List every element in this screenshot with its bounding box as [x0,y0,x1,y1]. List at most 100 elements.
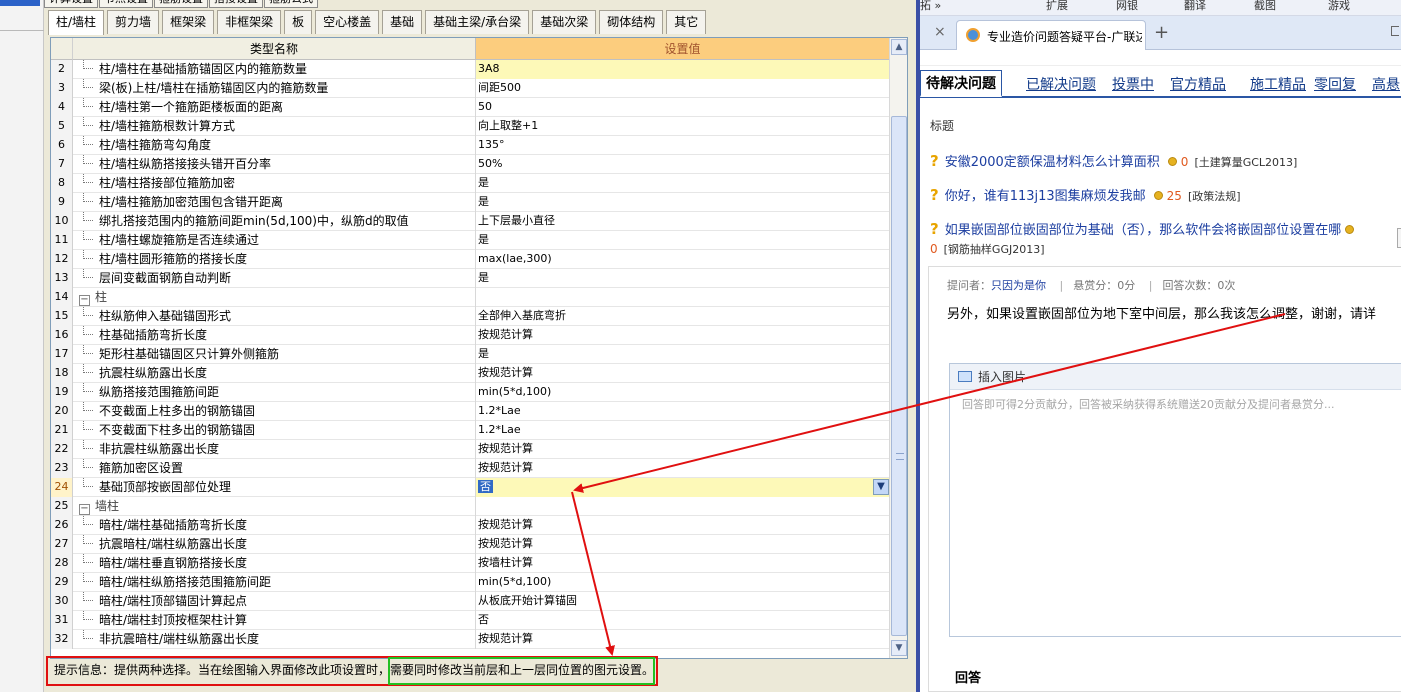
collapse-icon[interactable]: − [79,295,90,306]
scroll-down-button[interactable]: ▼ [891,640,907,656]
category-tab[interactable]: 板 [284,10,313,34]
category-tab[interactable]: 剪力墙 [107,10,160,34]
table-row[interactable]: 7 柱/墙柱纵筋搭接接头错开百分率 50% [51,155,889,174]
category-tab[interactable]: 砌体结构 [599,10,664,34]
setting-value-cell[interactable]: 135° [476,136,889,155]
table-row[interactable]: 6 柱/墙柱箍筋弯勾角度 135° [51,136,889,155]
question-filter-tab[interactable]: 投票中 [1112,74,1154,94]
group-row[interactable]: 14− 柱 [51,288,889,307]
table-row[interactable]: 24 基础顶部按嵌固部位处理否 ▼ [51,478,889,497]
table-row[interactable]: 19 纵筋搭接范围箍筋间距 min(5*d,100) [51,383,889,402]
toolbar-overflow[interactable]: 拓 » [920,0,941,13]
category-tab[interactable]: 框架梁 [162,10,215,34]
table-row[interactable]: 18 抗震柱纵筋露出长度 按规范计算 [51,364,889,383]
table-row[interactable]: 10 绑扎搭接范围内的箍筋间距min(5d,100)中，纵筋d的取值 上下层最小直径 [51,212,889,231]
question-filter-tab[interactable]: 施工精品 [1250,74,1306,94]
toolbar-games[interactable]: 游戏 [1328,0,1350,13]
insert-image-icon[interactable] [958,371,972,382]
setting-value-cell[interactable]: 按墙柱计算 [476,554,889,573]
answer-textarea[interactable]: 回答即可得2分贡献分，回答被采纳获得系统赠送20贡献分及提问者悬赏分... [950,390,1401,418]
setting-value-cell[interactable] [476,497,889,516]
setting-value-cell[interactable]: 50 [476,98,889,117]
category-tab[interactable]: 基础次梁 [532,10,597,34]
tab-close-icon[interactable]: × [934,24,946,40]
question-item[interactable]: ? 安徽2000定额保温材料怎么计算面积 0 [土建算量GCL2013] [930,151,1297,170]
setting-value-cell[interactable]: 否 [476,611,889,630]
setting-value-cell[interactable]: 向上取整+1 [476,117,889,136]
toolbar-bank[interactable]: 网银 [1116,0,1138,13]
question-title[interactable]: 如果嵌固部位嵌固部位为基础（否），那么软件会将嵌固部位设置在哪 [945,223,1342,238]
table-row[interactable]: 23 箍筋加密区设置 按规范计算 [51,459,889,478]
setting-value-cell[interactable]: 按规范计算 [476,326,889,345]
insert-image-button[interactable]: 插入图片 [978,370,1026,384]
table-row[interactable]: 29 暗柱/端柱纵筋搭接范围箍筋间距 min(5*d,100) [51,573,889,592]
table-row[interactable]: 13 层间变截面钢筋自动判断 是 [51,269,889,288]
setting-value-cell[interactable]: 是 [476,231,889,250]
table-row[interactable]: 21 不变截面下柱多出的钢筋锚固 1.2*Lae [51,421,889,440]
question-title[interactable]: 你好，谁有113j13图集麻烦发我邮 [945,189,1146,204]
collapse-icon[interactable]: − [79,504,90,515]
table-row[interactable]: 17 矩形柱基础锚固区只计算外侧箍筋 是 [51,345,889,364]
table-row[interactable]: 20 不变截面上柱多出的钢筋锚固 1.2*Lae [51,402,889,421]
toolbar-screenshot[interactable]: 截图 [1254,0,1276,13]
setting-value-cell[interactable]: 上下层最小直径 [476,212,889,231]
setting-value-cell[interactable]: 间距500 [476,79,889,98]
table-row[interactable]: 5 柱/墙柱箍筋根数计算方式 向上取整+1 [51,117,889,136]
settings-tab[interactable]: 箍筋设置 [154,0,208,8]
table-row[interactable]: 22 非抗震柱纵筋露出长度 按规范计算 [51,440,889,459]
setting-value-cell[interactable]: 是 [476,269,889,288]
table-row[interactable]: 30 暗柱/端柱顶部锚固计算起点 从板底开始计算锚固 [51,592,889,611]
category-tab[interactable]: 柱/墙柱 [48,10,105,35]
table-row[interactable]: 27 抗震暗柱/端柱纵筋露出长度 按规范计算 [51,535,889,554]
table-row[interactable]: 2 柱/墙柱在基础插筋锚固区内的箍筋数量 3A8 [51,60,889,79]
setting-value-cell[interactable]: 按规范计算 [476,516,889,535]
group-row[interactable]: 25− 墙柱 [51,497,889,516]
setting-value-cell[interactable]: 否 ▼ [476,478,889,497]
question-item[interactable]: ? 如果嵌固部位嵌固部位为基础（否），那么软件会将嵌固部位设置在哪 0 [钢筋抽样GG… [930,220,1380,259]
grid-vertical-scrollbar[interactable]: ▲ ▼ [889,38,907,658]
setting-value-cell[interactable]: 50% [476,155,889,174]
setting-value-cell[interactable]: max(lae,300) [476,250,889,269]
question-filter-tab[interactable]: 高悬 [1372,74,1400,94]
table-row[interactable]: 4 柱/墙柱第一个箍筋距楼板面的距离 50 [51,98,889,117]
asker-name[interactable]: 只因为是你 [991,279,1046,292]
table-row[interactable]: 11 柱/墙柱螺旋箍筋是否连续通过 是 [51,231,889,250]
setting-value-cell[interactable]: 按规范计算 [476,459,889,478]
setting-value-cell[interactable]: min(5*d,100) [476,573,889,592]
question-item[interactable]: ? 你好，谁有113j13图集麻烦发我邮 25 [政策法规] [930,185,1241,204]
answer-editor[interactable]: 插入图片 回答即可得2分贡献分，回答被采纳获得系统赠送20贡献分及提问者悬赏分.… [949,363,1401,637]
settings-tab[interactable]: 箍筋公式 [264,0,318,8]
setting-value-cell[interactable]: 全部伸入基底弯折 [476,307,889,326]
settings-tab[interactable]: 节点设置 [99,0,153,8]
browser-tab-active[interactable]: 专业造价问题答疑平台-广联达! [956,20,1146,50]
category-tab[interactable]: 空心楼盖 [315,10,380,34]
table-row[interactable]: 16 柱基础插筋弯折长度 按规范计算 [51,326,889,345]
setting-value-cell[interactable] [476,288,889,307]
setting-value-cell[interactable]: 是 [476,193,889,212]
toolbar-translate[interactable]: 翻译 [1184,0,1206,13]
setting-value-cell[interactable]: 1.2*Lae [476,421,889,440]
setting-value-cell[interactable]: 按规范计算 [476,364,889,383]
question-filter-tab[interactable]: 官方精品 [1170,74,1226,94]
table-row[interactable]: 8 柱/墙柱搭接部位箍筋加密 是 [51,174,889,193]
restore-window-icon[interactable] [1391,26,1399,36]
question-filter-tab[interactable]: 已解决问题 [1026,74,1096,94]
setting-value-cell[interactable]: 按规范计算 [476,630,889,649]
setting-value-cell[interactable]: 从板底开始计算锚固 [476,592,889,611]
question-filter-tab[interactable]: 待解决问题 [920,70,1002,97]
setting-value-cell[interactable]: 按规范计算 [476,535,889,554]
table-row[interactable]: 15 柱纵筋伸入基础锚固形式 全部伸入基底弯折 [51,307,889,326]
setting-value-cell[interactable]: 1.2*Lae [476,402,889,421]
settings-tab[interactable]: 计算设置 [44,0,98,8]
category-tab[interactable]: 其它 [666,10,707,34]
toolbar-extensions[interactable]: 扩展 [1046,0,1068,13]
table-row[interactable]: 12 柱/墙柱圆形箍筋的搭接长度 max(lae,300) [51,250,889,269]
category-tab[interactable]: 基础主梁/承台梁 [425,10,530,34]
scroll-up-button[interactable]: ▲ [891,39,907,55]
question-filter-tab[interactable]: 零回复 [1314,74,1356,94]
settings-tab[interactable]: 搭接设置 [209,0,263,8]
setting-value-cell[interactable]: 3A8 [476,60,889,79]
scroll-thumb[interactable] [891,116,907,636]
question-title[interactable]: 安徽2000定额保温材料怎么计算面积 [945,155,1160,170]
setting-value-cell[interactable]: 按规范计算 [476,440,889,459]
